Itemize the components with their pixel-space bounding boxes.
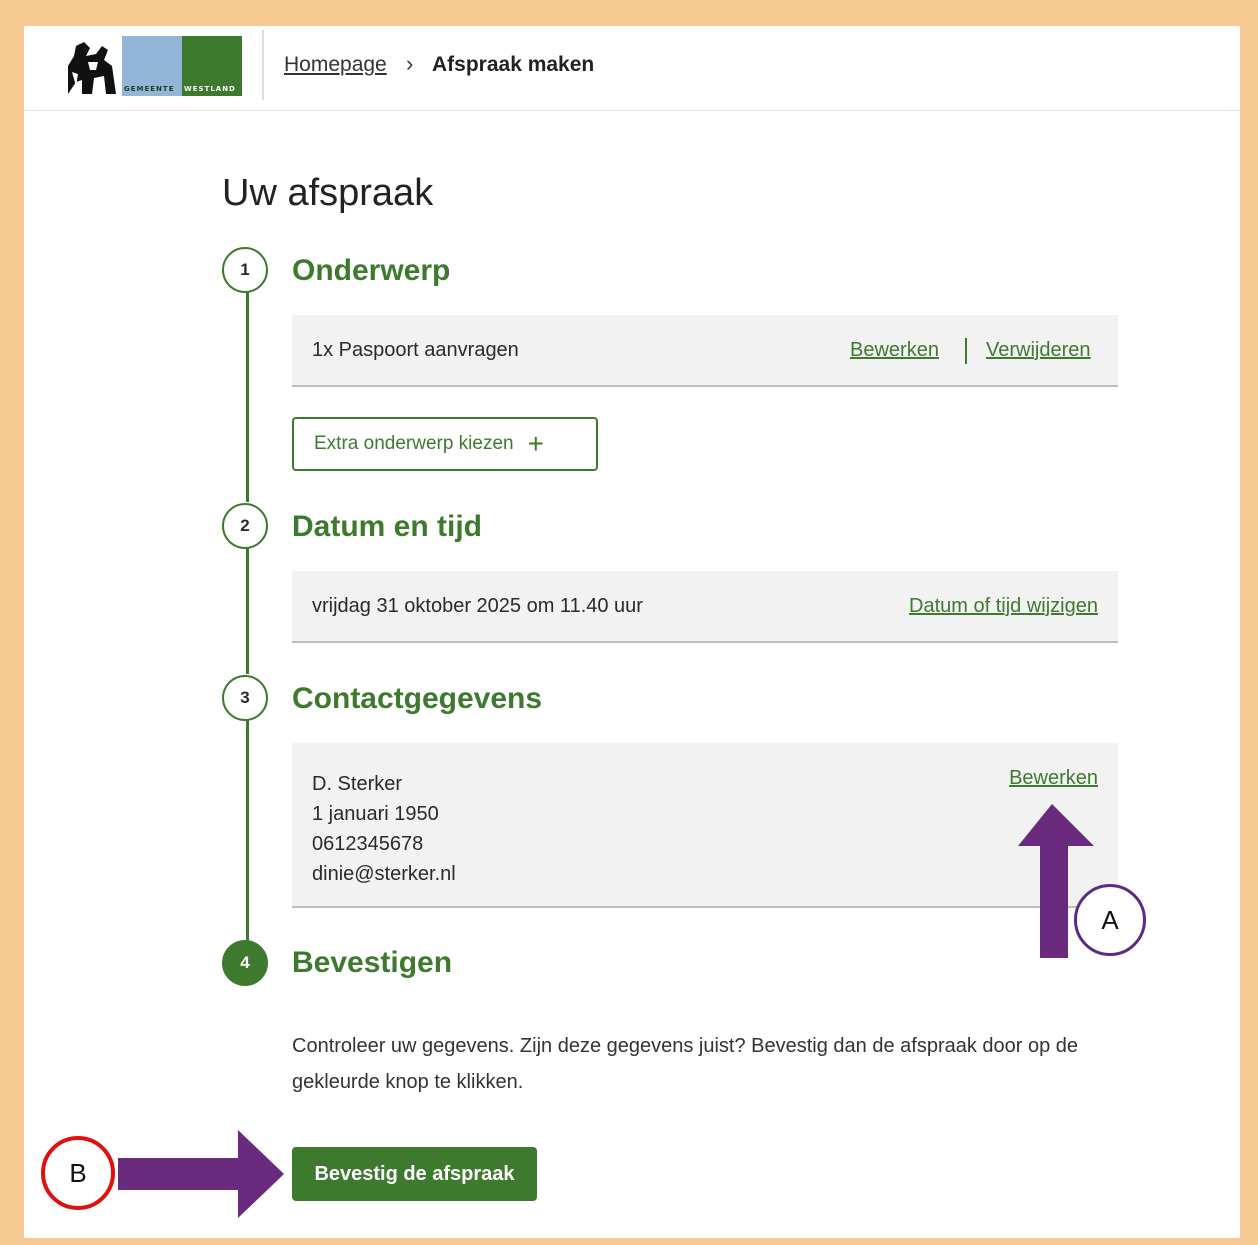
- change-datetime-link[interactable]: Datum of tijd wijzigen: [909, 595, 1098, 618]
- step-4-title: Bevestigen: [292, 946, 453, 979]
- contact-birthdate: 1 januari 1950: [312, 803, 439, 825]
- annotation-b-arrow-icon: [118, 1130, 284, 1218]
- date-panel: vrijdag 31 oktober 2025 om 11.40 uur Dat…: [292, 571, 1118, 643]
- appointment-datetime: vrijdag 31 oktober 2025 om 11.40 uur: [312, 595, 643, 617]
- logo-word-westland: WESTLAND: [184, 85, 236, 93]
- contact-panel: D. Sterker 1 januari 1950 0612345678 din…: [292, 743, 1118, 908]
- delete-subject-link[interactable]: Verwijderen: [986, 339, 1091, 362]
- site-header: GEMEENTE WESTLAND Homepage › Afspraak ma…: [24, 26, 1240, 111]
- step-1-indicator: 1: [222, 247, 268, 293]
- subject-item: 1x Paspoort aanvragen: [312, 339, 519, 361]
- annotation-a-marker: A: [1074, 884, 1146, 956]
- logo-figure-icon: [62, 36, 122, 96]
- stepper-line-1: [246, 292, 249, 502]
- step-2-indicator: 2: [222, 503, 268, 549]
- link-divider: [965, 338, 967, 364]
- step-1-title: Onderwerp: [292, 254, 451, 287]
- breadcrumb-current: Afspraak maken: [432, 53, 595, 76]
- stepper-line-3: [246, 720, 249, 942]
- page: GEMEENTE WESTLAND Homepage › Afspraak ma…: [24, 26, 1240, 1238]
- breadcrumb-home-link[interactable]: Homepage: [284, 53, 387, 77]
- stepper-line-2: [246, 548, 249, 674]
- contact-name: D. Sterker: [312, 773, 403, 795]
- logo-word-gemeente: GEMEENTE: [124, 85, 175, 93]
- contact-phone: 0612345678: [312, 833, 424, 855]
- header-divider: [262, 30, 264, 100]
- annotation-b-marker: B: [41, 1136, 115, 1210]
- contact-details: D. Sterker 1 januari 1950 0612345678 din…: [312, 769, 456, 889]
- plus-icon: +: [527, 428, 544, 459]
- edit-contact-link[interactable]: Bewerken: [1009, 767, 1098, 790]
- step-4-indicator: 4: [222, 940, 268, 986]
- step-2-title: Datum en tijd: [292, 510, 483, 543]
- step-3-indicator: 3: [222, 675, 268, 721]
- edit-subject-link[interactable]: Bewerken: [850, 339, 939, 362]
- gemeente-westland-logo[interactable]: GEMEENTE WESTLAND: [62, 36, 242, 96]
- page-title: Uw afspraak: [222, 172, 434, 214]
- confirm-instructions: Controleer uw gegevens. Zijn deze gegeve…: [292, 1035, 1079, 1093]
- add-extra-subject-label: Extra onderwerp kiezen: [314, 433, 514, 454]
- contact-email: dinie@sterker.nl: [312, 863, 456, 885]
- subject-panel: 1x Paspoort aanvragen Bewerken Verwijder…: [292, 315, 1118, 387]
- breadcrumb-chevron-icon: ›: [406, 51, 414, 76]
- add-extra-subject-button[interactable]: Extra onderwerp kiezen +: [292, 417, 598, 471]
- confirm-appointment-button[interactable]: Bevestig de afspraak: [292, 1147, 537, 1201]
- step-3-title: Contactgegevens: [292, 682, 543, 715]
